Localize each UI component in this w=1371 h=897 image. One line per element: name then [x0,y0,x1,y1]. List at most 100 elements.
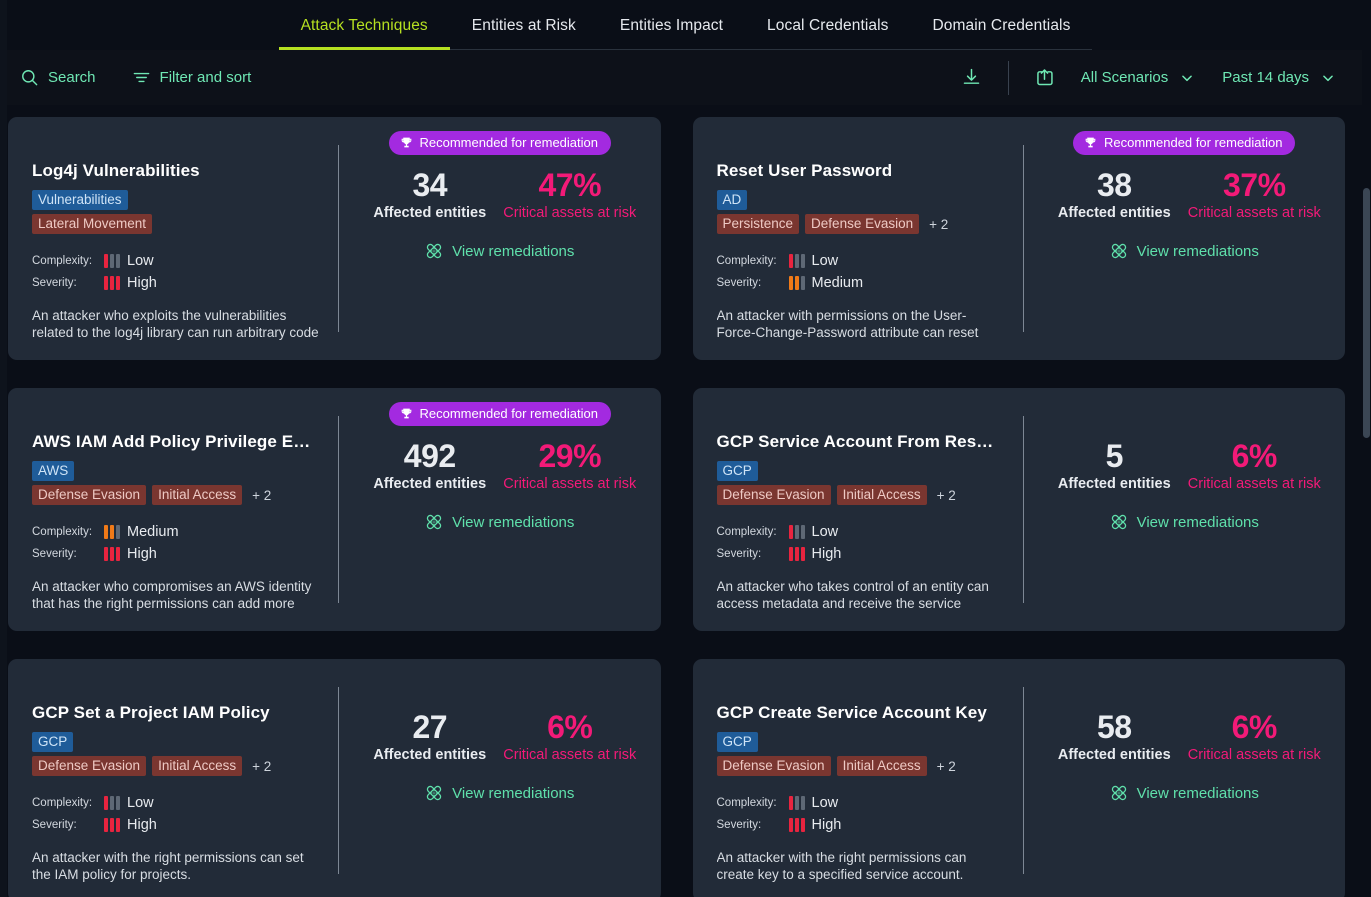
card-details-panel: AWS IAM Add Policy Privilege Escalation A… [8,388,338,631]
platform-tag[interactable]: GCP [716,461,758,481]
stats-row: 27 Affected entities 6% Critical assets at … [349,709,651,764]
tab-attack-techniques[interactable]: Attack Techniques [278,13,450,50]
attack-technique-card[interactable]: GCP Set a Project IAM Policy GCP Defense E… [8,659,661,897]
view-remediations-button[interactable]: View remediations [1110,242,1259,260]
tab-local-credentials[interactable]: Local Credentials [745,13,910,50]
attack-technique-card[interactable]: GCP Service Account From Resource GCP Defe… [692,388,1346,631]
card-stats-panel: Recommended for remediation5Affected ent… [1024,388,1346,631]
recommended-badge[interactable]: Recommended for remediation [1073,131,1296,155]
level-bar [788,796,793,810]
more-tags-label[interactable]: + 2 [933,488,956,503]
filter-and-sort-label: Filter and sort [159,69,252,86]
card-metrics: Complexity: Low Severity: High [717,793,1005,835]
card-metrics: Complexity: Low Severity: High [32,251,320,293]
attack-technique-card[interactable]: AWS IAM Add Policy Privilege Escalation A… [8,388,661,631]
affected-entities-stat: 5 Affected entities [1044,438,1184,493]
level-bar [110,547,114,561]
severity-label: Severity: [32,819,77,831]
chevron-down-icon [1180,71,1194,85]
share-button[interactable] [1023,61,1067,95]
platform-tag[interactable]: Vulnerabilities [32,190,128,210]
tactic-tag[interactable]: Persistence [716,214,800,234]
complexity-level-bars [104,796,120,810]
recommended-badge[interactable]: Recommended for remediation [388,402,611,426]
stats-row: 58 Affected entities 6% Critical assets at … [1034,709,1336,764]
tactic-tag[interactable]: Defense Evasion [32,485,147,505]
complexity-label: Complexity: [716,526,777,538]
platform-tag[interactable]: GCP [716,732,758,752]
tactic-tag[interactable]: Defense Evasion [716,485,831,505]
filter-and-sort-button[interactable]: Filter and sort [126,64,258,91]
complexity-label: Complexity: [32,797,93,809]
attack-technique-card[interactable]: Log4j Vulnerabilities Vulnerabilities Late… [8,117,661,360]
view-remediations-label: View remediations [1136,242,1259,260]
severity-row: Severity: High [32,273,320,293]
card-title: Reset User Password [716,161,893,180]
critical-assets-label: Critical assets at risk [1187,476,1321,492]
view-remediations-button[interactable]: View remediations [1110,784,1259,802]
card-metrics: Complexity: Low Severity: High [717,522,1005,564]
tab-entities-impact[interactable]: Entities Impact [598,13,745,50]
attack-technique-card[interactable]: Reset User Password AD Persistence Defense … [692,117,1345,360]
share-icon [1034,67,1055,88]
level-bar [800,276,805,290]
more-tags-label[interactable]: + 2 [925,217,948,232]
card-description: An attacker with the right permissions c… [716,850,967,882]
critical-assets-stat: 6% Critical assets at risk [500,709,640,764]
platform-tag-row: AD [716,190,1005,210]
tactic-tag[interactable]: Defense Evasion [805,214,920,234]
platform-tag[interactable]: AD [716,190,748,210]
more-tags-label[interactable]: + 2 [248,488,271,503]
more-tags-label[interactable]: + 2 [248,759,271,774]
tab-entities-at-risk[interactable]: Entities at Risk [450,13,598,50]
vertical-scrollbar-track[interactable] [1362,48,1371,897]
tactic-tag[interactable]: Defense Evasion [32,756,147,776]
level-bar [110,525,114,539]
vertical-scrollbar-thumb[interactable] [1363,188,1370,438]
stats-row: 492 Affected entities 29% Critical assets a… [349,438,651,493]
view-remediations-button[interactable]: View remediations [425,242,574,260]
complexity-label: Complexity: [716,255,777,267]
more-tags-label[interactable]: + 2 [933,759,956,774]
view-remediations-button[interactable]: View remediations [425,784,574,802]
platform-tag-row: GCP [716,461,1005,481]
level-bar [788,547,793,561]
tab-domain-credentials[interactable]: Domain Credentials [911,13,1093,50]
severity-level-bars [104,547,120,561]
tactic-tag[interactable]: Initial Access [152,485,243,505]
view-remediations-button[interactable]: View remediations [425,513,574,531]
tactic-tag[interactable]: Lateral Movement [32,214,153,234]
card-metrics: Complexity: Low Severity: High [32,793,320,835]
toolbar-divider [1007,60,1009,95]
bandage-icon [425,242,443,260]
affected-entities-value: 27 [412,709,448,745]
tactic-tag[interactable]: Initial Access [836,485,927,505]
critical-assets-stat: 47% Critical assets at risk [500,167,640,222]
search-button[interactable]: Search [14,64,102,91]
date-range-select[interactable]: Past 14 days [1208,63,1349,92]
tactic-tag-row: Defense Evasion Initial Access + 2 [716,485,1005,505]
level-bar [104,525,108,539]
tactic-tag[interactable]: Initial Access [836,756,927,776]
tactic-tag[interactable]: Initial Access [152,756,243,776]
tactic-tag[interactable]: Defense Evasion [716,756,831,776]
severity-label: Severity: [716,277,762,289]
severity-row: Severity: High [717,815,1005,835]
platform-tag[interactable]: AWS [32,461,75,481]
trophy-icon [400,136,413,149]
trophy-icon [1084,136,1097,149]
level-bar [794,525,799,539]
scenario-select[interactable]: All Scenarios [1067,63,1209,92]
view-remediations-button[interactable]: View remediations [1110,513,1259,531]
level-bar [800,254,805,268]
attack-techniques-dashboard: Attack Techniques Entities at Risk Entitie… [0,0,1371,897]
card-description: An attacker who exploits the vulnerabili… [32,308,319,340]
severity-label: Severity: [32,277,77,289]
recommended-badge[interactable]: Recommended for remediation [388,131,611,155]
platform-tag[interactable]: GCP [32,732,74,752]
level-bar [104,818,108,832]
attack-technique-card[interactable]: GCP Create Service Account Key GCP Defense… [692,659,1345,897]
severity-row: Severity: Medium [717,273,1005,293]
card-details-panel: GCP Create Service Account Key GCP Defense… [693,659,1023,897]
download-button[interactable] [950,61,994,95]
